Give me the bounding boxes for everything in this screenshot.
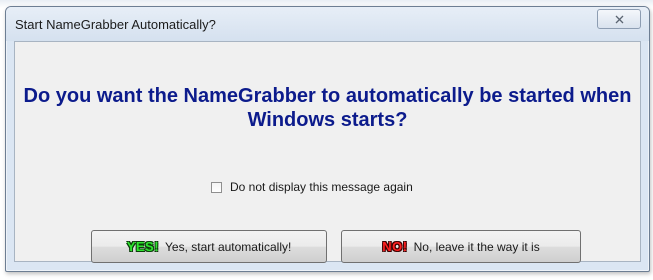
no-leave-it-button[interactable]: NO! No, leave it the way it is	[341, 230, 581, 263]
question-text: Do you want the NameGrabber to automatic…	[23, 85, 632, 131]
close-button[interactable]	[597, 9, 641, 29]
dont-show-again-option[interactable]: Do not display this message again	[211, 180, 413, 194]
yes-badge: YES!	[126, 239, 160, 254]
close-x-icon	[615, 15, 623, 23]
yes-start-automatically-button[interactable]: YES! Yes, start automatically!	[91, 230, 327, 263]
window-title: Start NameGrabber Automatically?	[15, 17, 216, 32]
no-button-label: No, leave it the way it is	[413, 239, 540, 254]
no-badge: NO!	[382, 239, 408, 254]
title-bar[interactable]: Start NameGrabber Automatically?	[6, 7, 649, 41]
dont-show-again-label: Do not display this message again	[230, 180, 413, 194]
dialog-body: Do you want the NameGrabber to automatic…	[14, 41, 641, 263]
yes-button-label: Yes, start automatically!	[165, 239, 292, 254]
dont-show-again-checkbox[interactable]	[211, 181, 222, 193]
screen: Start NameGrabber Automatically? Do you …	[0, 0, 653, 280]
dialog-window: Start NameGrabber Automatically? Do you …	[5, 6, 650, 272]
